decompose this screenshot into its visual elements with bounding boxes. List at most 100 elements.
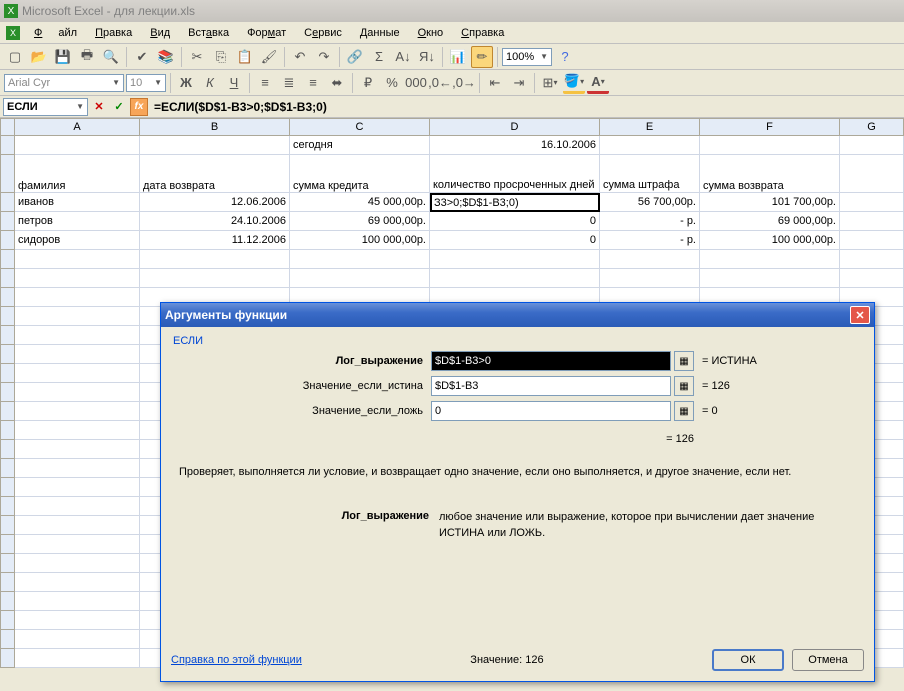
cell[interactable]: 24.10.2006 — [140, 212, 290, 231]
cell[interactable] — [15, 535, 140, 554]
row-header[interactable] — [0, 155, 15, 193]
help-link[interactable]: Справка по этой функции — [171, 654, 302, 666]
menu-view[interactable]: Вид — [142, 24, 178, 42]
comma-icon[interactable]: 000 — [405, 72, 427, 94]
cell[interactable] — [15, 345, 140, 364]
align-right-icon[interactable]: ≡ — [302, 72, 324, 94]
percent-icon[interactable]: % — [381, 72, 403, 94]
fontsize-selector[interactable]: 10▼ — [126, 74, 166, 92]
cell[interactable] — [15, 250, 140, 269]
cell[interactable] — [430, 250, 600, 269]
sort-desc-icon[interactable]: Я↓ — [416, 46, 438, 68]
redo-icon[interactable]: ↷ — [313, 46, 335, 68]
cell[interactable] — [700, 136, 840, 155]
row-header[interactable] — [0, 383, 15, 402]
arg-input-log[interactable] — [431, 351, 671, 371]
cell[interactable] — [15, 554, 140, 573]
confirm-formula-icon[interactable]: ✓ — [110, 98, 128, 116]
fillcolor-icon[interactable]: 🪣▾ — [563, 72, 585, 94]
cell[interactable]: 16.10.2006 — [430, 136, 600, 155]
row-header[interactable] — [0, 269, 15, 288]
cell[interactable]: 101 700,00р. — [700, 193, 840, 212]
cell[interactable] — [600, 136, 700, 155]
row-header[interactable] — [0, 592, 15, 611]
underline-icon[interactable]: Ч — [223, 72, 245, 94]
cell[interactable]: 12.06.2006 — [140, 193, 290, 212]
cell[interactable] — [15, 497, 140, 516]
cell[interactable] — [15, 288, 140, 307]
row-header[interactable] — [0, 288, 15, 307]
row-header[interactable] — [0, 193, 15, 212]
cell[interactable]: фамилия — [15, 155, 140, 193]
hyperlink-icon[interactable]: 🔗 — [344, 46, 366, 68]
row-header[interactable] — [0, 516, 15, 535]
cell[interactable] — [840, 231, 904, 250]
cell[interactable]: 100 000,00р. — [700, 231, 840, 250]
col-header[interactable]: D — [430, 118, 600, 136]
cell[interactable] — [15, 630, 140, 649]
cell[interactable] — [15, 478, 140, 497]
row-header[interactable] — [0, 307, 15, 326]
cell[interactable]: сумма кредита — [290, 155, 430, 193]
cell[interactable] — [840, 193, 904, 212]
row-header[interactable] — [0, 535, 15, 554]
cell[interactable]: 45 000,00р. — [290, 193, 430, 212]
row-header[interactable] — [0, 440, 15, 459]
arg-input-false[interactable] — [431, 401, 671, 421]
chart-icon[interactable]: 📊 — [447, 46, 469, 68]
inc-indent-icon[interactable]: ⇥ — [508, 72, 530, 94]
cell[interactable] — [700, 269, 840, 288]
menu-help[interactable]: Справка — [453, 24, 512, 42]
row-header[interactable] — [0, 554, 15, 573]
cell[interactable] — [15, 611, 140, 630]
menu-edit[interactable]: Правка — [87, 24, 140, 42]
autosum-icon[interactable]: Σ — [368, 46, 390, 68]
cell[interactable]: сегодня — [290, 136, 430, 155]
dialog-titlebar[interactable]: Аргументы функции ✕ — [161, 303, 874, 327]
drawing-icon[interactable]: ✏ — [471, 46, 493, 68]
active-cell[interactable]: З3>0;$D$1-B3;0) — [430, 193, 600, 212]
cancel-button[interactable]: Отмена — [792, 649, 864, 671]
cell[interactable] — [15, 592, 140, 611]
undo-icon[interactable]: ↶ — [289, 46, 311, 68]
row-header[interactable] — [0, 497, 15, 516]
cell[interactable] — [430, 269, 600, 288]
dec-indent-icon[interactable]: ⇤ — [484, 72, 506, 94]
align-center-icon[interactable]: ≣ — [278, 72, 300, 94]
cell[interactable] — [840, 250, 904, 269]
bold-icon[interactable]: Ж — [175, 72, 197, 94]
col-header[interactable]: A — [15, 118, 140, 136]
inc-decimal-icon[interactable]: ,0← — [429, 72, 451, 94]
dec-decimal-icon[interactable]: ,0→ — [453, 72, 475, 94]
cell[interactable]: 69 000,00р. — [290, 212, 430, 231]
cell[interactable] — [290, 269, 430, 288]
row-header[interactable] — [0, 573, 15, 592]
zoom-box[interactable]: 100%▼ — [502, 48, 552, 66]
row-header[interactable] — [0, 364, 15, 383]
row-header[interactable] — [0, 345, 15, 364]
open-icon[interactable]: 📂 — [28, 46, 50, 68]
cell[interactable] — [700, 250, 840, 269]
cell[interactable] — [15, 402, 140, 421]
sort-asc-icon[interactable]: A↓ — [392, 46, 414, 68]
cell[interactable]: 100 000,00р. — [290, 231, 430, 250]
row-header[interactable] — [0, 136, 15, 155]
fontcolor-icon[interactable]: А▾ — [587, 72, 609, 94]
format-painter-icon[interactable]: 🖌 — [258, 46, 280, 68]
currency-icon[interactable]: ₽ — [357, 72, 379, 94]
cell[interactable]: 0 — [430, 231, 600, 250]
collapse-icon[interactable]: ▦ — [674, 351, 694, 371]
italic-icon[interactable]: К — [199, 72, 221, 94]
cell[interactable] — [840, 136, 904, 155]
formula-text[interactable]: =ЕСЛИ($D$1-B3>0;$D$1-B3;0) — [154, 100, 327, 114]
cell[interactable] — [15, 649, 140, 668]
cell[interactable] — [290, 250, 430, 269]
cell[interactable] — [140, 136, 290, 155]
cell[interactable]: количество просроченных дней — [430, 155, 600, 193]
cell[interactable] — [15, 364, 140, 383]
col-header[interactable]: B — [140, 118, 290, 136]
copy-icon[interactable]: ⎘ — [210, 46, 232, 68]
cell[interactable]: 11.12.2006 — [140, 231, 290, 250]
cell[interactable] — [140, 269, 290, 288]
cell[interactable] — [15, 421, 140, 440]
